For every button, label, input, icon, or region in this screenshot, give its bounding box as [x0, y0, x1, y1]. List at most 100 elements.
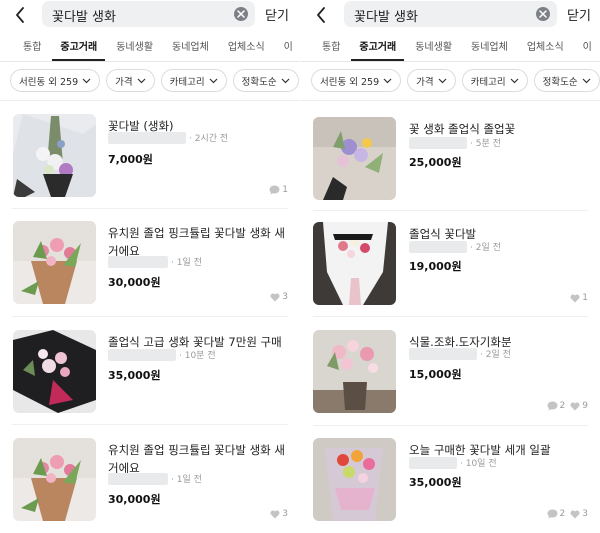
filter-sort[interactable]: 정확도순 [232, 69, 299, 92]
product-image [13, 330, 96, 413]
listing-meta: · 10분 전 [108, 348, 216, 361]
filter-location[interactable]: 서린동 외 259 [10, 69, 101, 92]
filter-price[interactable]: 가격 [106, 69, 155, 92]
divider [0, 100, 300, 101]
divider [301, 100, 600, 101]
filter-category[interactable]: 카테고리 [461, 69, 528, 92]
clear-search-button[interactable] [234, 7, 248, 21]
tab-business-news[interactable]: 업체소식 [228, 35, 265, 61]
chevron-down-icon [209, 78, 218, 84]
listing-stats: 2 3 [542, 509, 588, 519]
listing-time: · 5분 전 [470, 139, 501, 149]
divider [313, 210, 588, 211]
like-count: 3 [270, 509, 288, 519]
like-count: 3 [570, 509, 588, 519]
back-arrow-icon [317, 7, 325, 23]
listing-item[interactable]: 오늘 구매한 꽃다발 세개 일괄 · 10일 전 35,000원 2 3 [301, 438, 600, 533]
close-button[interactable]: 닫기 [265, 5, 289, 24]
back-button[interactable] [10, 4, 30, 26]
listing-item[interactable]: 유치원 졸업 핑크튤립 꽃다발 생화 새거에요 · 1일 전 30,000원 3 [0, 438, 300, 533]
heart-icon [270, 293, 280, 301]
chevron-down-icon [438, 78, 447, 84]
listing-price: 30,000원 [108, 276, 161, 289]
tab-neighborhood-life[interactable]: 동네생활 [415, 35, 452, 61]
left-screenshot: 꽃다발 생화 닫기 통합 중고거래 동네생활 동네업체 업체소식 이 서린동 외… [0, 0, 300, 533]
listing-stats: 3 [265, 292, 288, 302]
listing-time: · 1일 전 [171, 475, 202, 485]
blurred-location [108, 472, 168, 485]
tab-integrated[interactable]: 통합 [322, 35, 340, 61]
heart-icon [270, 510, 280, 518]
listing-price: 25,000원 [409, 156, 462, 169]
listing-time: · 10일 전 [460, 459, 497, 469]
blurred-location [108, 348, 176, 361]
tab-used-trade[interactable]: 중고거래 [351, 35, 404, 61]
listing-meta: · 10일 전 [409, 456, 497, 469]
tab-local-business[interactable]: 동네업체 [471, 35, 508, 61]
search-header: 꽃다발 생화 닫기 [301, 0, 600, 30]
chat-bubble-icon [269, 185, 280, 195]
filter-label: 서린동 외 259 [320, 76, 380, 88]
divider [313, 425, 588, 426]
back-button[interactable] [311, 4, 331, 26]
blurred-location [409, 240, 467, 253]
product-image [13, 114, 96, 197]
listing-meta: · 2일 전 [409, 347, 511, 360]
listing-item[interactable]: 졸업식 꽃다발 · 2일 전 19,000원 1 [301, 222, 600, 322]
close-button[interactable]: 닫기 [567, 5, 591, 24]
chevron-down-icon [582, 78, 591, 84]
clear-icon [539, 10, 547, 18]
heart-icon [570, 402, 580, 410]
clear-search-button[interactable] [536, 7, 550, 21]
filter-location[interactable]: 서린동 외 259 [311, 69, 402, 92]
listing-price: 35,000원 [108, 369, 161, 382]
blurred-location [108, 131, 186, 144]
tab-more[interactable]: 이 [284, 35, 293, 61]
search-header: 꽃다발 생화 닫기 [0, 0, 300, 30]
listing-item[interactable]: 꽃 생화 졸업식 졸업꽃 · 5분 전 25,000원 [301, 117, 600, 217]
divider [313, 316, 588, 317]
listing-item[interactable]: 식물.조화.도자기화분 · 2일 전 15,000원 2 9 [301, 330, 600, 430]
tab-integrated[interactable]: 통합 [23, 35, 41, 61]
filter-category[interactable]: 카테고리 [160, 69, 227, 92]
listing-meta: · 2일 전 [409, 240, 501, 253]
blurred-location [108, 255, 168, 268]
blurred-location [409, 456, 457, 469]
search-input[interactable]: 꽃다발 생화 [344, 1, 557, 27]
listing-stats: 1 [264, 185, 288, 195]
listing-meta: · 5분 전 [409, 136, 501, 149]
filter-label: 가격 [115, 76, 133, 88]
back-arrow-icon [16, 7, 24, 23]
filter-label: 서린동 외 259 [19, 76, 79, 88]
listing-meta: · 1일 전 [108, 472, 202, 485]
listing-price: 15,000원 [409, 368, 462, 381]
product-image [13, 438, 96, 521]
divider [0, 61, 300, 62]
listing-meta: · 1일 전 [108, 255, 202, 268]
listing-item[interactable]: 꽃다발 (생화) · 2시간 전 7,000원 1 [0, 114, 300, 214]
tab-neighborhood-life[interactable]: 동네생활 [116, 35, 153, 61]
filter-label: 정확도순 [542, 76, 578, 88]
listing-item[interactable]: 유치원 졸업 핑크튤립 꽃다발 생화 새거에요 · 1일 전 30,000원 3 [0, 221, 300, 321]
listing-item[interactable]: 졸업식 고급 생화 꽃다발 7만원 구매 · 10분 전 35,000원 [0, 330, 300, 430]
listing-price: 30,000원 [108, 493, 161, 506]
filter-price[interactable]: 가격 [407, 69, 456, 92]
listing-time: · 2시간 전 [189, 134, 229, 144]
divider [12, 208, 288, 209]
search-tabs: 통합 중고거래 동네생활 동네업체 업체소식 이 [0, 35, 300, 61]
product-image [313, 117, 396, 200]
listing-price: 35,000원 [409, 476, 462, 489]
tab-business-news[interactable]: 업체소식 [527, 35, 564, 61]
listing-price: 7,000원 [108, 153, 153, 166]
tab-more[interactable]: 이 [583, 35, 592, 61]
tab-local-business[interactable]: 동네업체 [172, 35, 209, 61]
filter-sort[interactable]: 정확도순 [533, 69, 600, 92]
blurred-location [409, 136, 467, 149]
chevron-down-icon [82, 78, 91, 84]
tab-used-trade[interactable]: 중고거래 [52, 35, 105, 61]
search-input[interactable]: 꽃다발 생화 [42, 1, 255, 27]
listing-time: · 10분 전 [179, 351, 216, 361]
listing-stats: 1 [565, 293, 588, 303]
divider [12, 316, 288, 317]
chat-count: 2 [547, 401, 565, 411]
